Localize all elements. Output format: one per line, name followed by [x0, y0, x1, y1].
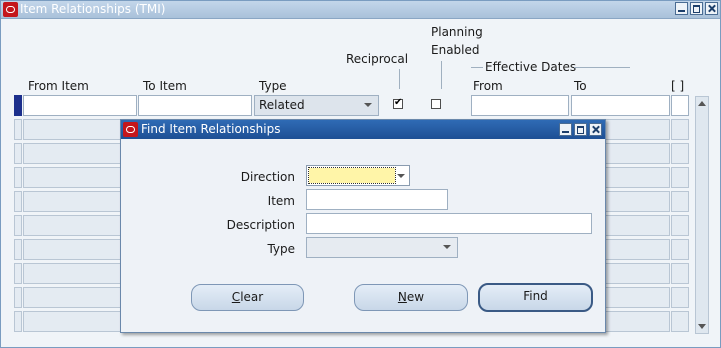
grid-cell[interactable] — [671, 239, 689, 260]
direction-select[interactable] — [306, 165, 410, 186]
grid-cell[interactable] — [571, 95, 670, 116]
effective-dates-rule-right — [574, 67, 630, 68]
chevron-down-icon — [443, 245, 451, 249]
item-field[interactable] — [306, 189, 448, 210]
dialog-close-icon[interactable] — [589, 123, 602, 136]
header-type: Type — [259, 79, 287, 93]
grid-cell[interactable] — [671, 263, 689, 284]
grid-cell[interactable] — [671, 143, 689, 164]
grid-cell[interactable] — [671, 191, 689, 212]
find-button[interactable]: Find — [478, 283, 593, 312]
chevron-down-icon — [364, 103, 372, 107]
record-indicator[interactable] — [14, 119, 22, 140]
header-to-item: To Item — [143, 79, 187, 93]
planning-divider — [441, 61, 442, 89]
planning-enabled-checkbox[interactable] — [431, 99, 441, 109]
description-label: Description — [226, 218, 295, 232]
type-select-value: Related — [259, 98, 305, 112]
header-to-date: To — [574, 79, 587, 93]
grid-cell[interactable] — [671, 95, 689, 116]
grid-cell[interactable] — [671, 287, 689, 308]
grid-cell[interactable] — [23, 95, 137, 116]
dialog-type-select[interactable] — [306, 237, 458, 258]
find-item-relationships-dialog: Find Item Relationships Direction Item D… — [120, 119, 606, 333]
direction-select-value — [308, 167, 396, 184]
record-indicator[interactable] — [14, 287, 22, 308]
record-indicator[interactable] — [14, 239, 22, 260]
grid-cell[interactable] — [138, 95, 252, 116]
vertical-scrollbar[interactable] — [695, 96, 709, 334]
grid-cell[interactable] — [671, 215, 689, 236]
oracle-logo-icon — [123, 122, 138, 137]
grid-cell[interactable] — [671, 167, 689, 188]
folder-brackets: [ ] — [671, 79, 685, 93]
record-indicator[interactable] — [14, 167, 22, 188]
header-planning-line2: Enabled — [431, 43, 480, 57]
clear-button[interactable]: Clear — [191, 284, 304, 311]
dialog-maximize-icon[interactable] — [574, 123, 587, 136]
item-label: Item — [267, 194, 295, 208]
header-effective-dates: Effective Dates — [485, 60, 577, 74]
header-planning-line1: Planning — [431, 25, 483, 39]
dialog-title-bar[interactable]: Find Item Relationships — [121, 120, 605, 139]
maximize-icon[interactable] — [690, 2, 703, 15]
dialog-title: Find Item Relationships — [141, 122, 281, 136]
header-reciprocal: Reciprocal — [346, 52, 409, 66]
oracle-logo-icon — [3, 2, 18, 17]
close-icon[interactable] — [705, 2, 718, 15]
direction-label: Direction — [240, 170, 295, 184]
grid-cell[interactable] — [671, 311, 689, 332]
new-label-rest: ew — [406, 290, 425, 304]
effective-dates-rule-left — [471, 67, 483, 68]
chevron-down-icon — [397, 174, 405, 178]
type-select[interactable]: Related — [254, 95, 379, 116]
minimize-icon[interactable] — [675, 2, 688, 15]
current-record-indicator[interactable] — [14, 95, 22, 116]
clear-label-rest: lear — [240, 290, 264, 304]
header-from-item: From Item — [28, 79, 89, 93]
new-hotkey: N — [397, 290, 407, 304]
record-indicator[interactable] — [14, 143, 22, 164]
new-button[interactable]: New — [354, 284, 468, 311]
type-label: Type — [267, 242, 295, 256]
window-title-bar[interactable]: Item Relationships (TMI) — [1, 1, 720, 19]
dialog-minimize-icon[interactable] — [559, 123, 572, 136]
item-relationships-window: Item Relationships (TMI) From Item To It… — [0, 0, 721, 348]
grid-cell[interactable] — [671, 119, 689, 140]
record-indicator[interactable] — [14, 263, 22, 284]
clear-hotkey: C — [231, 290, 241, 304]
description-field[interactable] — [306, 213, 592, 234]
reciprocal-divider — [399, 69, 400, 89]
grid-cell[interactable] — [471, 95, 569, 116]
reciprocal-checkbox[interactable] — [393, 97, 403, 109]
record-indicator[interactable] — [14, 191, 22, 212]
header-from-date: From — [473, 79, 503, 93]
record-indicator[interactable] — [14, 215, 22, 236]
record-indicator[interactable] — [14, 311, 22, 332]
window-title: Item Relationships (TMI) — [20, 2, 166, 16]
scroll-up-icon[interactable] — [698, 101, 706, 106]
scroll-down-icon[interactable] — [698, 324, 706, 329]
